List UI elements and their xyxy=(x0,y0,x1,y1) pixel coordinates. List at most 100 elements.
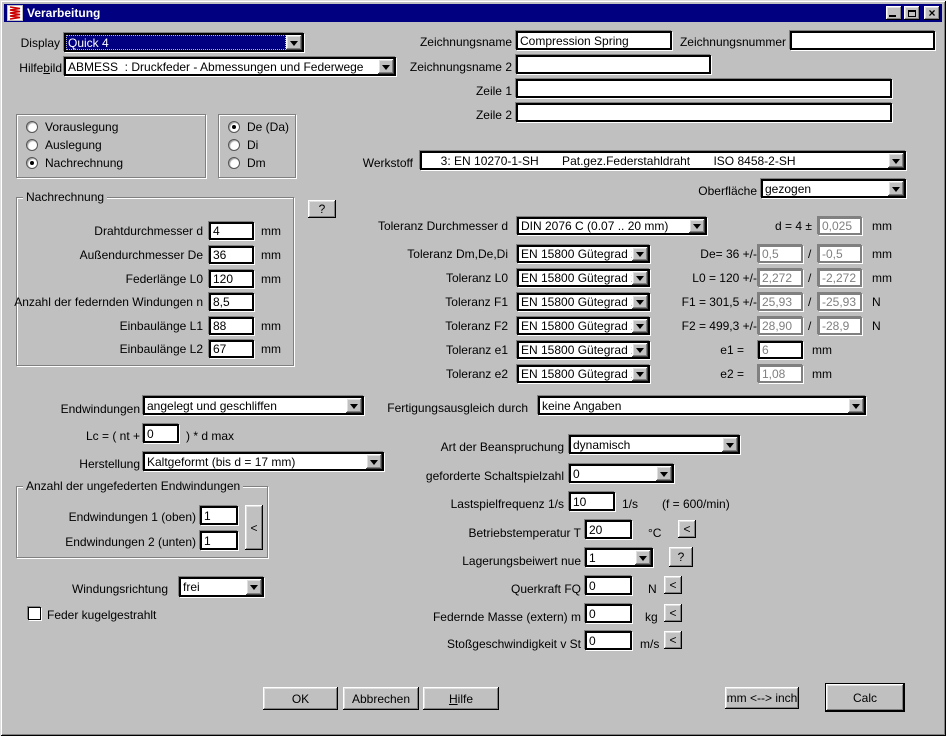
beanspruchung-label: Art der Beanspruchung xyxy=(441,440,564,454)
chevron-down-icon[interactable] xyxy=(656,466,672,481)
stoss-reset-button[interactable]: < xyxy=(664,631,682,649)
radio-selected-icon xyxy=(228,121,240,133)
beanspruchung-combobox[interactable]: dynamisch xyxy=(569,435,740,454)
betriebstemperatur-reset-button[interactable]: < xyxy=(678,520,696,538)
radio-nachrechnung[interactable]: Nachrechnung xyxy=(26,156,123,170)
mm-inch-button[interactable]: mm <--> inch xyxy=(725,687,799,709)
federlaenge-unit: mm xyxy=(261,272,281,286)
stoss-input[interactable] xyxy=(585,631,632,650)
windungsrichtung-combobox[interactable]: frei xyxy=(179,577,264,597)
lagerungsbeiwert-combobox[interactable]: 1 xyxy=(585,548,653,567)
toleranz-f1-result: F1 = 301,5 +/- xyxy=(682,295,757,309)
maximize-icon xyxy=(908,10,916,17)
querkraft-label: Querkraft FQ xyxy=(511,582,581,596)
federlaenge-input[interactable] xyxy=(209,270,254,288)
herstellung-combobox[interactable]: Kaltgeformt (bis d = 17 mm) xyxy=(143,452,384,471)
zeile1-input[interactable] xyxy=(516,79,892,98)
calc-button[interactable]: Calc xyxy=(826,684,904,711)
zeichnungsname-label: Zeichnungsname xyxy=(420,35,512,49)
radio-auslegung[interactable]: Auslegung xyxy=(26,138,102,152)
chevron-down-icon[interactable] xyxy=(635,550,651,565)
lagerungsbeiwert-help-button[interactable]: ? xyxy=(669,547,693,567)
einbaulaenge2-input[interactable] xyxy=(209,340,254,358)
radio-di[interactable]: Di xyxy=(228,138,258,152)
oberflaeche-combobox[interactable]: gezogen xyxy=(761,179,906,198)
toleranz-f2-unit: N xyxy=(872,319,881,333)
schaltspielzahl-label: geforderte Schaltspielzahl xyxy=(426,469,564,483)
chevron-down-icon[interactable] xyxy=(689,219,705,233)
chevron-down-icon[interactable] xyxy=(366,454,382,469)
fertigungsausgleich-combobox[interactable]: keine Angaben xyxy=(538,396,866,415)
toleranz-f2-result: F2 = 499,3 +/- xyxy=(682,319,757,333)
chevron-down-icon[interactable] xyxy=(632,271,648,285)
werkstoff-combobox[interactable]: 3: EN 10270-1-SH Pat.gez.Federstahldraht… xyxy=(420,151,906,170)
kugelgestrahlt-checkbox[interactable] xyxy=(28,607,41,620)
toleranz-durchmesser-combobox[interactable]: DIN 2076 C (0.07 .. 20 mm) xyxy=(517,217,707,235)
chevron-down-icon[interactable] xyxy=(246,579,262,595)
toleranz-f1-unit: N xyxy=(872,295,881,309)
endwindungen-label: Endwindungen xyxy=(61,402,140,416)
toleranz-f1-separator: / xyxy=(808,295,811,309)
endwindungen1-input[interactable] xyxy=(200,506,238,525)
querkraft-reset-button[interactable]: < xyxy=(664,576,682,594)
toleranz-f1-combobox[interactable]: EN 15800 Gütegrad 2 xyxy=(517,293,650,311)
chevron-down-icon[interactable] xyxy=(632,295,648,309)
chevron-down-icon[interactable] xyxy=(378,59,394,74)
schaltspielzahl-combobox[interactable]: 0 xyxy=(569,464,674,483)
einbaulaenge1-input[interactable] xyxy=(209,317,254,335)
aussendurchmesser-unit: mm xyxy=(261,248,281,262)
toleranz-e2-value xyxy=(758,365,803,383)
lastspielfrequenz-input[interactable] xyxy=(569,492,615,511)
zeichnungsname-input[interactable] xyxy=(516,31,672,50)
zeichnungsnummer-input[interactable] xyxy=(790,31,935,50)
hilfebild-value: ABMESS : Druckfeder - Abmessungen und Fe… xyxy=(66,59,378,74)
masse-reset-button[interactable]: < xyxy=(664,604,682,622)
chevron-down-icon[interactable] xyxy=(888,153,904,168)
drahtdurchmesser-input[interactable] xyxy=(209,222,254,240)
radio-dm[interactable]: Dm xyxy=(228,156,266,170)
chevron-down-icon[interactable] xyxy=(632,367,648,381)
chevron-down-icon[interactable] xyxy=(888,181,904,196)
toleranz-dm-combobox[interactable]: EN 15800 Gütegrad 2 xyxy=(517,245,650,263)
hilfebild-combobox[interactable]: ABMESS : Druckfeder - Abmessungen und Fe… xyxy=(64,57,396,76)
toleranz-e1-combobox[interactable]: EN 15800 Gütegrad 2 xyxy=(517,341,650,359)
chevron-down-icon[interactable] xyxy=(632,247,648,261)
minimize-button[interactable] xyxy=(886,6,902,20)
nachrechnung-help-button[interactable]: ? xyxy=(308,200,336,218)
radio-de-da[interactable]: De (Da) xyxy=(228,120,289,134)
endwindungen2-input[interactable] xyxy=(200,531,238,550)
endwindungen-combobox[interactable]: angelegt und geschliffen xyxy=(143,396,364,415)
close-button[interactable]: × xyxy=(924,6,940,20)
display-combobox[interactable]: Quick 4 xyxy=(64,33,304,52)
masse-input[interactable] xyxy=(585,604,632,623)
toleranz-f2-minus xyxy=(818,317,862,335)
betriebstemperatur-input[interactable] xyxy=(585,520,632,539)
toleranz-e2-combobox[interactable]: EN 15800 Gütegrad 2 xyxy=(517,365,650,383)
radio-vorauslegung[interactable]: Vorauslegung xyxy=(26,120,118,134)
toleranz-f2-combobox[interactable]: EN 15800 Gütegrad 2 xyxy=(517,317,650,335)
aussendurchmesser-input[interactable] xyxy=(209,246,254,264)
chevron-down-icon[interactable] xyxy=(346,398,362,413)
lastspielfrequenz-note: (f = 600/min) xyxy=(662,497,730,511)
oberflaeche-label: Oberfläche xyxy=(698,184,757,198)
querkraft-input[interactable] xyxy=(585,576,632,595)
maximize-button[interactable] xyxy=(904,6,920,20)
display-label: Display xyxy=(21,36,60,50)
chevron-down-icon[interactable] xyxy=(848,398,864,413)
chevron-down-icon[interactable] xyxy=(632,343,648,357)
chevron-down-icon[interactable] xyxy=(286,35,302,50)
zeichnungsname2-input[interactable] xyxy=(516,55,711,74)
toleranz-l0-combobox[interactable]: EN 15800 Gütegrad 2 xyxy=(517,269,650,287)
einbaulaenge2-unit: mm xyxy=(261,342,281,356)
endwindungen-copy-button[interactable]: < xyxy=(245,505,263,550)
cancel-button[interactable]: Abbrechen xyxy=(343,687,419,710)
ok-button[interactable]: OK xyxy=(263,687,338,710)
chevron-down-icon[interactable] xyxy=(632,319,648,333)
minimize-icon xyxy=(889,15,896,17)
windungen-input[interactable] xyxy=(209,293,254,311)
lc-input[interactable] xyxy=(143,424,179,443)
chevron-down-icon[interactable] xyxy=(722,437,738,452)
toleranz-dm-minus xyxy=(818,245,862,263)
zeile2-input[interactable] xyxy=(516,103,892,122)
help-button[interactable]: Hilfe xyxy=(423,687,499,710)
